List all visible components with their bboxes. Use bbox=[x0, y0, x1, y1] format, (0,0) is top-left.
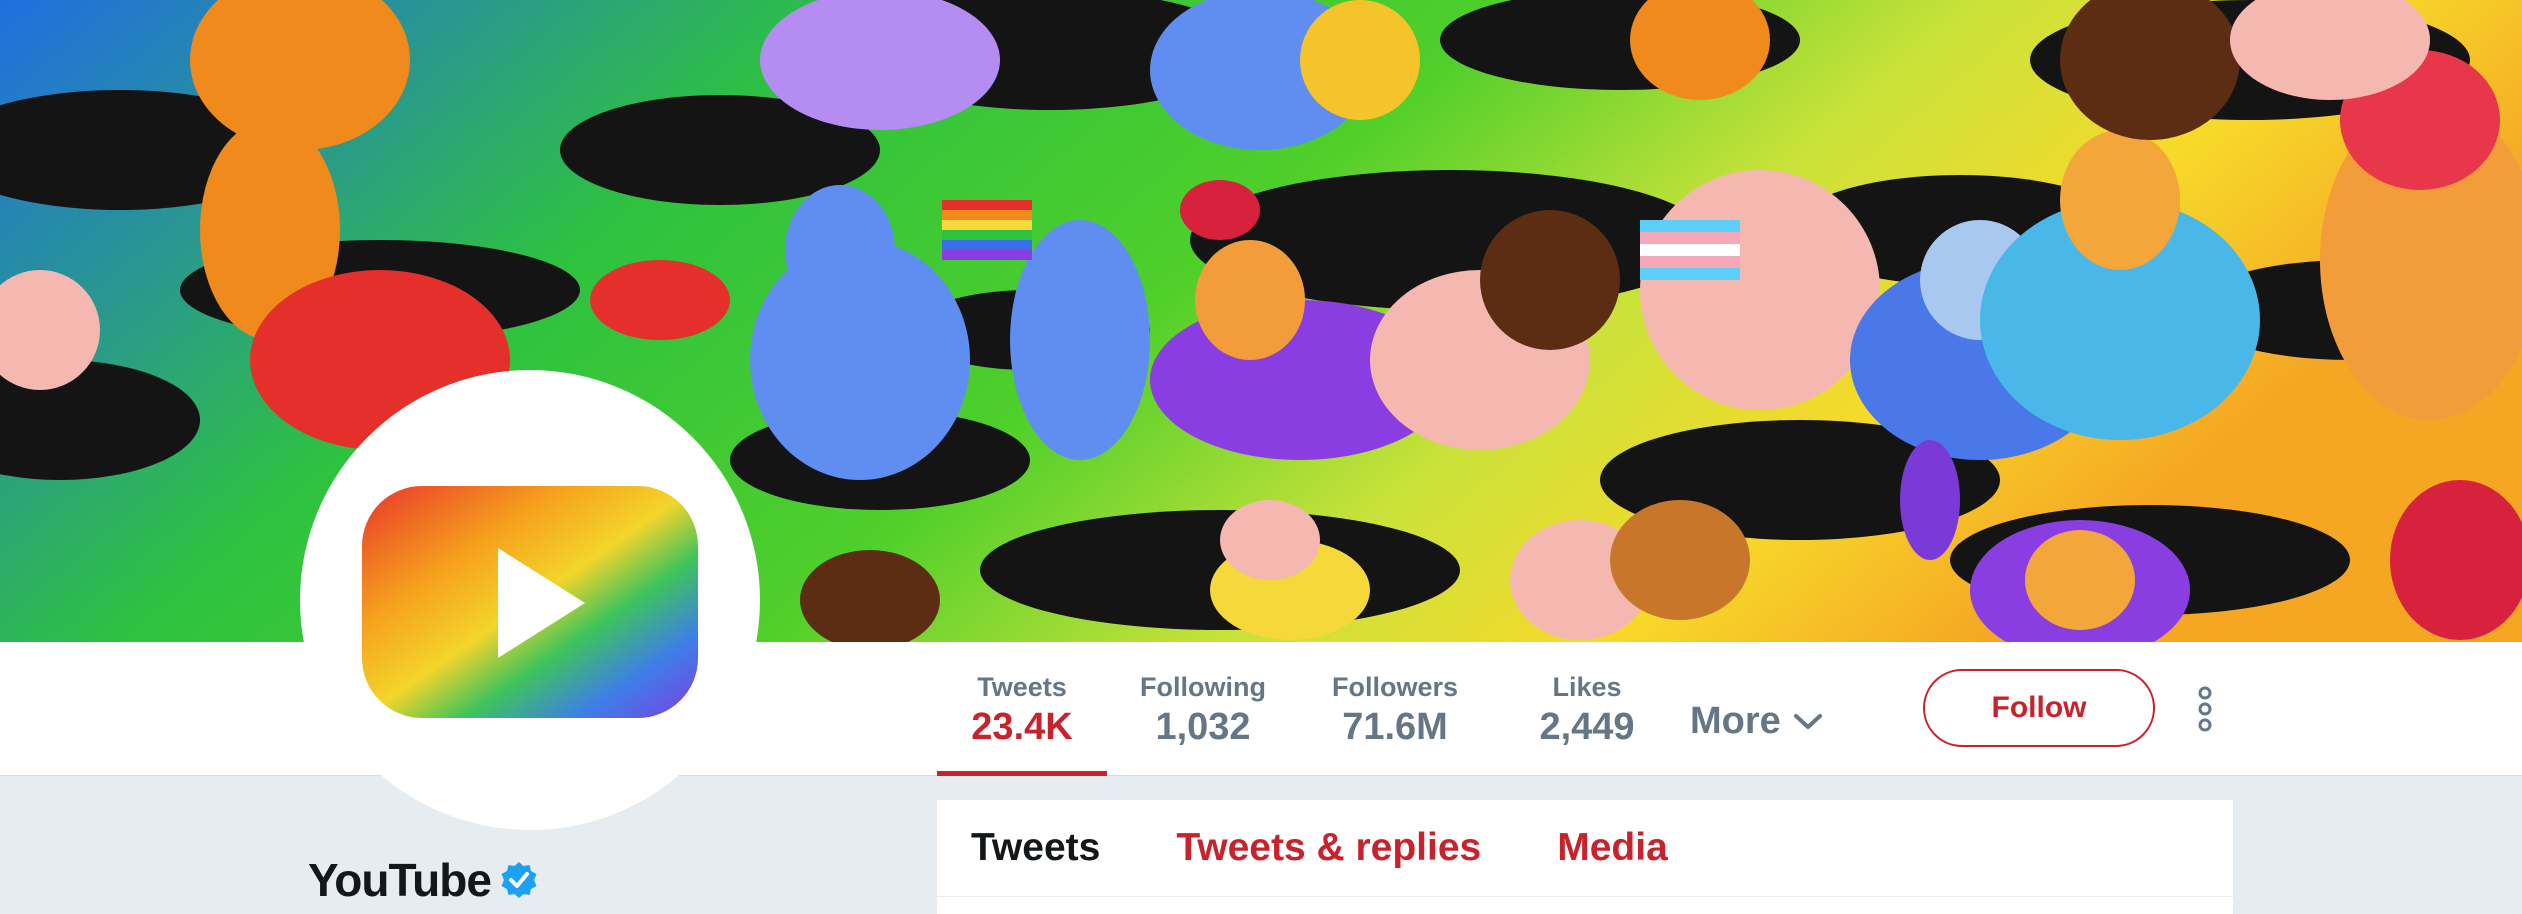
stat-likes[interactable]: Likes 2,449 bbox=[1491, 642, 1683, 776]
tab-tweets-and-replies[interactable]: Tweets & replies bbox=[1176, 824, 1481, 872]
profile-stats: Tweets 23.4K Following 1,032 Followers 7… bbox=[937, 642, 1683, 776]
tab-tweets[interactable]: Tweets bbox=[971, 824, 1100, 872]
tab-media[interactable]: Media bbox=[1557, 824, 1668, 872]
youtube-play-logo bbox=[362, 486, 698, 718]
stat-value: 71.6M bbox=[1342, 706, 1448, 748]
follow-button[interactable]: Follow bbox=[1923, 669, 2155, 747]
stat-label: Followers bbox=[1331, 672, 1459, 702]
profile-name: YouTube bbox=[308, 852, 539, 908]
timeline-card: Tweets Tweets & replies Media bbox=[937, 800, 2233, 914]
stat-following[interactable]: Following 1,032 bbox=[1107, 642, 1299, 776]
stat-value: 1,032 bbox=[1155, 706, 1251, 748]
profile-avatar[interactable] bbox=[300, 370, 760, 830]
stat-label: Likes bbox=[1552, 672, 1622, 702]
vertical-dots-icon[interactable] bbox=[2190, 682, 2220, 736]
stat-label: Tweets bbox=[977, 672, 1067, 702]
profile-page: Tweets 23.4K Following 1,032 Followers 7… bbox=[0, 0, 2522, 914]
stat-value: 2,449 bbox=[1539, 706, 1635, 748]
stat-followers[interactable]: Followers 71.6M bbox=[1299, 642, 1491, 776]
stat-label: Following bbox=[1140, 672, 1266, 702]
more-label: More bbox=[1690, 700, 1781, 742]
stat-tweets[interactable]: Tweets 23.4K bbox=[937, 642, 1107, 776]
profile-display-name[interactable]: YouTube bbox=[308, 852, 492, 908]
timeline-tabs: Tweets Tweets & replies Media bbox=[937, 800, 2233, 897]
chevron-down-icon bbox=[1793, 713, 1822, 729]
stat-value: 23.4K bbox=[971, 706, 1073, 748]
verified-badge-icon bbox=[501, 862, 537, 898]
more-menu-button[interactable]: More bbox=[1690, 700, 1823, 743]
